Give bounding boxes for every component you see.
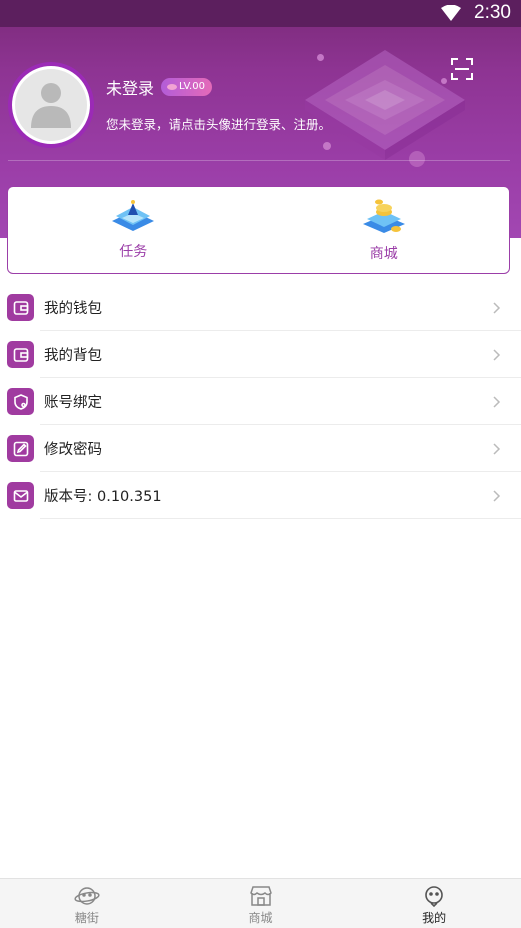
task-pyramid-icon — [112, 200, 155, 231]
chevron-right-icon — [493, 395, 501, 408]
scan-icon[interactable] — [451, 58, 473, 84]
nav-tab-street[interactable]: 糖街 — [0, 879, 174, 928]
smiley-icon — [425, 886, 443, 907]
level-icon — [167, 84, 177, 90]
wallet-icon — [7, 294, 34, 321]
avatar[interactable] — [8, 62, 94, 148]
chevron-right-icon — [493, 348, 501, 361]
nav-tab-store[interactable]: 商城 — [174, 879, 348, 928]
nav-tab-label: 商城 — [248, 911, 273, 925]
status-time: 2:30 — [474, 2, 511, 23]
level-badge: LV.00 — [161, 78, 212, 96]
bottom-navigation: 糖街 商城 我的 — [0, 878, 521, 928]
level-text: LV.00 — [179, 81, 205, 92]
menu-item-version[interactable]: 版本号: 0.10.351 — [0, 472, 521, 519]
decor-dot — [317, 54, 324, 61]
quick-action-shop-label: 商城 — [369, 246, 398, 262]
shield-icon — [7, 388, 34, 415]
quick-action-shop[interactable]: 商城 — [259, 187, 510, 273]
nav-tab-mine[interactable]: 我的 — [347, 879, 521, 928]
backpack-icon — [7, 341, 34, 368]
status-bar: 2:30 — [0, 0, 521, 27]
quick-action-task[interactable]: 任务 — [8, 187, 259, 273]
username: 未登录 — [106, 79, 155, 98]
edit-icon — [7, 435, 34, 462]
store-icon — [249, 886, 272, 906]
menu-item-change-password[interactable]: 修改密码 — [0, 425, 521, 472]
chevron-right-icon — [493, 301, 501, 314]
user-silhouette-icon — [31, 83, 71, 128]
menu-item-label: 我的背包 — [44, 348, 102, 364]
nav-tab-label: 糖街 — [74, 911, 99, 925]
mail-icon — [7, 482, 34, 509]
settings-menu: 我的钱包 我的背包 账号绑定 修改密码 版本号: 0.10.351 — [0, 284, 521, 519]
menu-item-backpack[interactable]: 我的背包 — [0, 331, 521, 378]
menu-item-wallet[interactable]: 我的钱包 — [0, 284, 521, 331]
menu-item-account-binding[interactable]: 账号绑定 — [0, 378, 521, 425]
decor-dot — [323, 142, 331, 150]
header-divider — [8, 160, 510, 161]
login-hint: 您未登录，请点击头像进行登录、注册。 — [106, 117, 332, 132]
planet-face-icon — [74, 887, 100, 905]
quick-actions-card: 任务 商城 — [7, 186, 510, 274]
decor-dot — [409, 151, 425, 167]
quick-action-task-label: 任务 — [119, 244, 148, 260]
menu-item-label: 版本号: 0.10.351 — [44, 489, 162, 505]
menu-item-label: 账号绑定 — [44, 395, 102, 411]
wifi-icon — [441, 4, 461, 25]
chevron-right-icon — [493, 489, 501, 502]
menu-item-label: 我的钱包 — [44, 301, 102, 317]
menu-item-label: 修改密码 — [44, 442, 102, 458]
decor-dot — [441, 78, 447, 84]
shop-coins-icon — [362, 199, 405, 233]
chevron-right-icon — [493, 442, 501, 455]
nav-tab-label: 我的 — [422, 911, 447, 925]
